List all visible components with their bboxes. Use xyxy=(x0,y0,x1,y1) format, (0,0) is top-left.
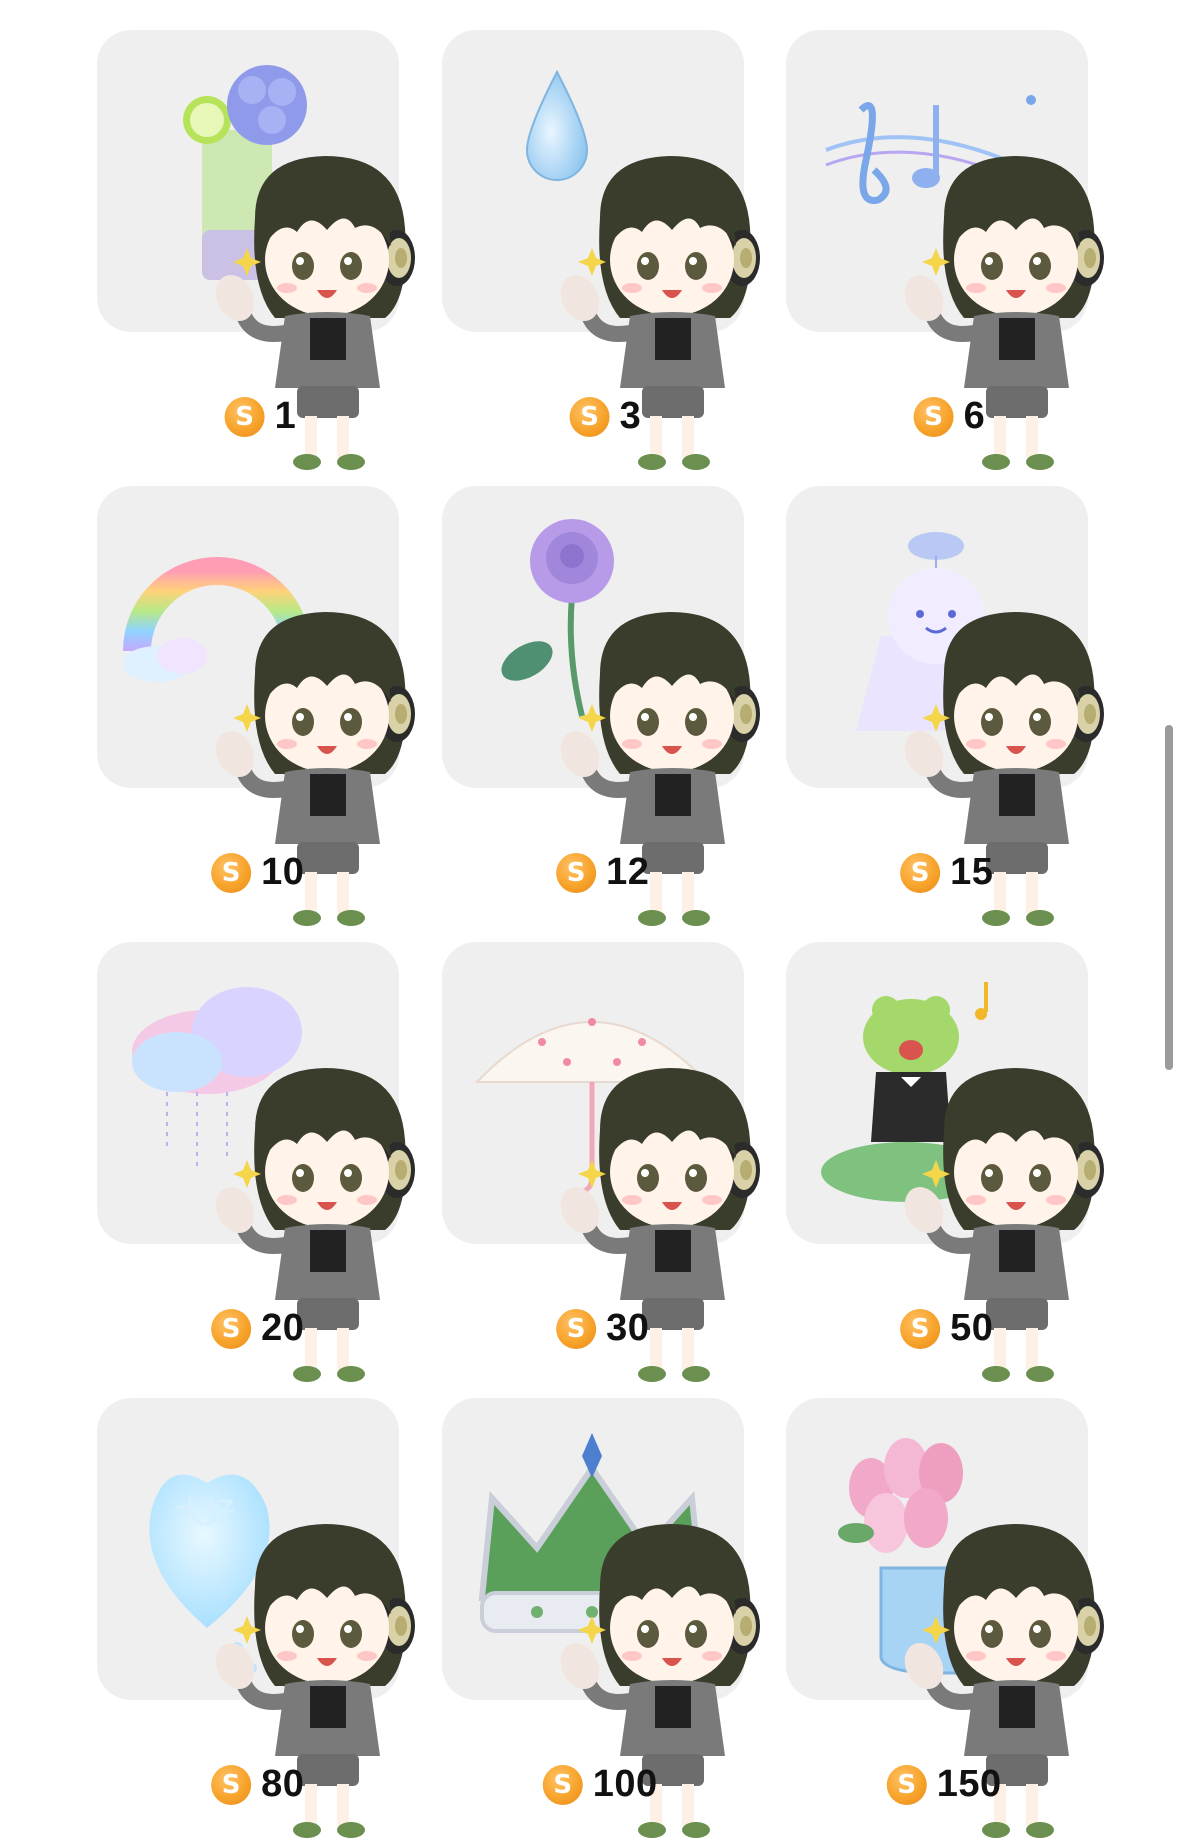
gift-card xyxy=(786,1398,1088,1700)
gift-card xyxy=(97,942,399,1244)
coin-icon: S xyxy=(211,1308,252,1349)
price-amount: 3 xyxy=(619,395,642,437)
coin-icon: S xyxy=(211,852,252,893)
gift-item-tulip-boots[interactable]: S 150 xyxy=(786,1398,1130,1838)
price-amount: 30 xyxy=(606,1307,650,1349)
gift-price: S 10 xyxy=(211,851,304,894)
gift-card xyxy=(97,486,399,788)
coin-icon: S xyxy=(556,1308,597,1349)
gift-price: S 1 xyxy=(224,395,297,438)
price-amount: 15 xyxy=(950,851,994,893)
coin-icon: S xyxy=(556,852,597,893)
gift-item-water-drop[interactable]: S 3 xyxy=(442,30,786,470)
gift-item-umbrella[interactable]: S 30 xyxy=(442,942,786,1382)
price-amount: 150 xyxy=(936,1763,1002,1805)
gift-card xyxy=(442,486,744,788)
gift-card xyxy=(97,30,399,332)
gift-price: S 6 xyxy=(913,395,986,438)
gift-price: S 50 xyxy=(900,1307,993,1350)
coin-icon: S xyxy=(542,1764,583,1805)
gift-item-music-notes[interactable]: S 6 xyxy=(786,30,1130,470)
price-amount: 80 xyxy=(261,1763,305,1805)
gift-item-singing-frog[interactable]: S 50 xyxy=(786,942,1130,1382)
gift-price: S 15 xyxy=(900,851,993,894)
gift-card xyxy=(442,942,744,1244)
price-amount: 6 xyxy=(963,395,986,437)
gift-card xyxy=(442,30,744,332)
gift-item-crown[interactable]: S 100 xyxy=(442,1398,786,1838)
gift-card xyxy=(786,30,1088,332)
coin-icon: S xyxy=(224,396,265,437)
gift-item-teru-teru-bozu[interactable]: S 15 xyxy=(786,486,1130,926)
gift-item-heart[interactable]: 大好 S 80 xyxy=(97,1398,441,1838)
vertical-scrollbar[interactable] xyxy=(1165,725,1173,1070)
coin-icon: S xyxy=(569,396,610,437)
coin-icon: S xyxy=(900,1308,941,1349)
price-amount: 10 xyxy=(261,851,305,893)
gift-price: S 12 xyxy=(556,851,649,894)
coin-icon: S xyxy=(886,1764,927,1805)
coin-icon: S xyxy=(913,396,954,437)
gift-card xyxy=(786,486,1088,788)
gift-price: S 20 xyxy=(211,1307,304,1350)
coin-icon: S xyxy=(900,852,941,893)
gift-price: S 80 xyxy=(211,1763,304,1806)
gift-item-rainbow[interactable]: S 10 xyxy=(97,486,441,926)
price-amount: 1 xyxy=(274,395,297,437)
gift-price: S 3 xyxy=(569,395,642,438)
price-amount: 50 xyxy=(950,1307,994,1349)
price-amount: 12 xyxy=(606,851,650,893)
coin-icon: S xyxy=(211,1764,252,1805)
gift-item-lime-hydrangea-soda[interactable]: S 1 xyxy=(97,30,441,470)
gift-item-purple-rose[interactable]: S 12 xyxy=(442,486,786,926)
price-amount: 20 xyxy=(261,1307,305,1349)
gift-item-rain-cloud[interactable]: S 20 xyxy=(97,942,441,1382)
gift-card xyxy=(786,942,1088,1244)
gift-card: 大好 xyxy=(97,1398,399,1700)
gift-grid: S 1 S 3 S 6 S 10 S 12 S 15 S 20 S 30 S 5… xyxy=(0,0,1179,1835)
price-amount: 100 xyxy=(592,1763,658,1805)
gift-price: S 30 xyxy=(556,1307,649,1350)
gift-price: S 150 xyxy=(886,1763,1002,1806)
gift-card xyxy=(442,1398,744,1700)
gift-price: S 100 xyxy=(542,1763,658,1806)
